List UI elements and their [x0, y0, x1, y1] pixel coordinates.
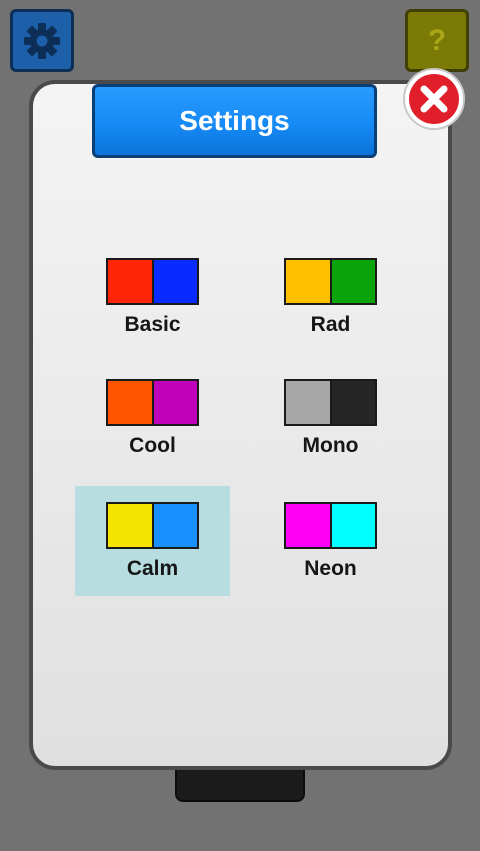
swatch-color-2: [151, 381, 197, 424]
theme-label: Cool: [129, 434, 176, 457]
theme-swatch: [284, 258, 377, 305]
swatch-color-1: [286, 381, 330, 424]
help-button[interactable]: ?: [405, 9, 469, 72]
close-button-face: [409, 74, 459, 124]
swatch-color-1: [108, 260, 152, 303]
gear-icon: [24, 22, 60, 59]
settings-button[interactable]: [10, 9, 74, 72]
theme-label: Calm: [126, 557, 179, 580]
theme-option-mono[interactable]: Mono: [253, 363, 408, 473]
settings-dialog: Basic Rad Cool Mono Calm Neon: [29, 80, 452, 770]
theme-option-rad[interactable]: Rad: [253, 242, 408, 352]
question-mark-icon: ?: [427, 23, 447, 57]
theme-swatch: [106, 502, 199, 549]
swatch-color-2: [329, 260, 375, 303]
theme-label: Basic: [124, 313, 181, 336]
close-x-icon: [420, 85, 448, 113]
theme-option-neon[interactable]: Neon: [253, 486, 408, 596]
settings-dialog-body: Basic Rad Cool Mono Calm Neon: [33, 84, 448, 766]
swatch-color-2: [151, 504, 197, 547]
theme-label: Neon: [304, 557, 357, 580]
dialog-title-banner: Settings: [92, 84, 377, 158]
close-button[interactable]: [403, 68, 465, 130]
theme-swatch: [284, 379, 377, 426]
theme-option-cool[interactable]: Cool: [75, 363, 230, 473]
theme-option-basic[interactable]: Basic: [75, 242, 230, 352]
swatch-color-2: [329, 381, 375, 424]
theme-swatch: [106, 258, 199, 305]
theme-label: Mono: [302, 434, 359, 457]
dialog-title: Settings: [179, 105, 290, 136]
theme-swatch: [106, 379, 199, 426]
theme-label: Rad: [310, 313, 351, 336]
swatch-color-1: [108, 381, 152, 424]
swatch-color-1: [286, 504, 330, 547]
swatch-color-2: [151, 260, 197, 303]
swatch-color-1: [108, 504, 152, 547]
theme-swatch: [284, 502, 377, 549]
swatch-color-1: [286, 260, 330, 303]
swatch-color-2: [329, 504, 375, 547]
theme-option-calm[interactable]: Calm: [75, 486, 230, 596]
